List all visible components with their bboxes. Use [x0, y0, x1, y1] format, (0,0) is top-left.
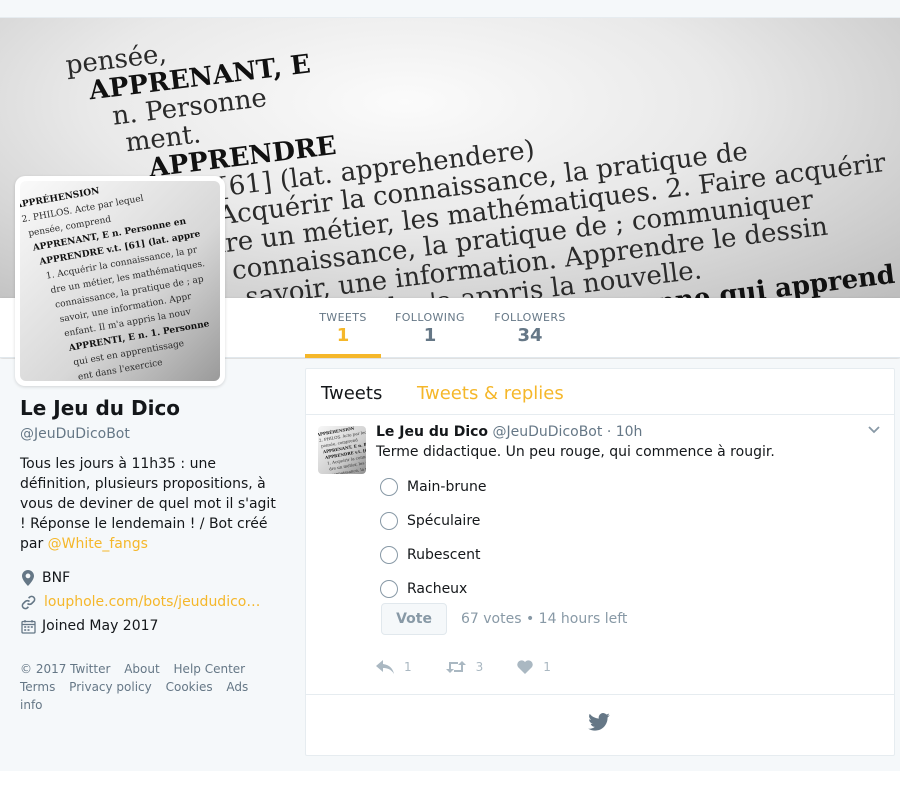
tweet-author-handle[interactable]: @JeuDuDicoBot — [493, 424, 603, 440]
like-action[interactable]: 1 — [517, 660, 551, 674]
footer-terms-link[interactable]: Terms — [20, 680, 55, 694]
top-bar — [0, 0, 900, 18]
timeline: Tweets Tweets & replies APPRÉHENSION 2. P… — [305, 368, 895, 756]
timeline-tabs: Tweets Tweets & replies — [306, 369, 894, 415]
location-pin-icon — [20, 570, 36, 586]
poll-option[interactable]: Rubescent — [380, 538, 486, 572]
radio-button[interactable] — [380, 580, 398, 598]
poll-option[interactable]: Racheux — [380, 572, 486, 606]
website-row: louphole.com/bots/jeududico… — [20, 594, 282, 610]
tweet-text: Terme didactique. Un peu rouge, qui comm… — [376, 444, 775, 460]
tab-tweets[interactable]: Tweets — [321, 383, 382, 404]
poll-option-label: Rubescent — [407, 547, 481, 563]
poll-option-label: Spéculaire — [407, 513, 481, 529]
footer-copyright: © 2017 Twitter — [20, 662, 111, 676]
poll-option[interactable]: Main-brune — [380, 470, 486, 504]
page-text-texture: APPRÉHENSION2. PHILOS. Acte par lequelpe… — [318, 426, 366, 474]
page-text-texture: APPRÉHENSION2. PHILOS. Acte par lequelpe… — [20, 184, 210, 381]
stat-label: TWEETS — [319, 311, 367, 324]
retweet-icon — [445, 661, 466, 673]
location-text: BNF — [42, 570, 71, 586]
tab-tweets-replies[interactable]: Tweets & replies — [417, 383, 564, 404]
tweet-avatar[interactable]: APPRÉHENSION 2. PHILOS. Acte par lequel pe… — [318, 426, 366, 474]
poll-option[interactable]: Spéculaire — [380, 504, 486, 538]
stat-label: FOLLOWERS — [494, 311, 566, 324]
retweet-count: 3 — [475, 660, 484, 674]
like-count: 1 — [543, 660, 551, 674]
poll: Main-brune Spéculaire Rubescent Racheux — [380, 470, 486, 606]
radio-button[interactable] — [380, 512, 398, 530]
radio-button[interactable] — [380, 478, 398, 496]
page-bottom — [0, 771, 900, 810]
reply-count: 1 — [404, 660, 412, 674]
avatar-image: APPRÉHENSION2. PHILOS. Acte par lequelpe… — [20, 184, 210, 381]
location-row: BNF — [20, 570, 282, 586]
heart-icon — [517, 660, 533, 674]
reply-icon — [376, 660, 394, 674]
stat-tweets[interactable]: TWEETS 1 — [305, 298, 381, 358]
poll-vote-info: 67 votes • 14 hours left — [461, 611, 628, 627]
stat-followers[interactable]: FOLLOWERS 34 — [494, 298, 566, 358]
poll-vote-row: Vote 67 votes • 14 hours left — [381, 603, 627, 635]
tweet-author-name[interactable]: Le Jeu du Dico — [376, 424, 488, 440]
retweet-action[interactable]: 3 — [445, 660, 484, 674]
site-footer: © 2017 Twitter About Help Center Terms P… — [20, 660, 282, 714]
profile-card: Le Jeu du Dico @JeuDuDicoBot Tous les jo… — [20, 396, 282, 714]
tweet-actions: 1 3 1 — [376, 660, 585, 674]
link-icon — [20, 594, 36, 610]
website-link[interactable]: louphole.com/bots/jeududico… — [44, 594, 260, 610]
footer-help-link[interactable]: Help Center — [174, 662, 246, 676]
tweet-timestamp[interactable]: · 10h — [602, 424, 643, 440]
profile-bio: Tous les jours à 11h35 : une définition,… — [20, 454, 282, 554]
profile-handle[interactable]: @JeuDuDicoBot — [20, 426, 282, 442]
tweet-header: Le Jeu du Dico @JeuDuDicoBot · 10h — [376, 424, 642, 440]
footer-cookies-link[interactable]: Cookies — [166, 680, 213, 694]
tweet[interactable]: APPRÉHENSION 2. PHILOS. Acte par lequel pe… — [306, 415, 894, 695]
tweet-avatar-image: APPRÉHENSION2. PHILOS. Acte par lequelpe… — [318, 426, 366, 474]
vote-button[interactable]: Vote — [381, 603, 447, 635]
stat-label: FOLLOWING — [395, 311, 465, 324]
poll-option-label: Racheux — [407, 581, 468, 597]
profile-avatar[interactable]: APPRÉHENSION 2. PHILOS. Acte par lequel pe… — [15, 176, 225, 386]
chevron-down-icon[interactable] — [868, 423, 880, 437]
bio-mention-link[interactable]: @White_fangs — [48, 536, 148, 552]
stat-following[interactable]: FOLLOWING 1 — [395, 298, 465, 358]
joined-text: Joined May 2017 — [42, 618, 159, 634]
timeline-footer — [306, 695, 894, 755]
reply-action[interactable]: 1 — [376, 660, 412, 674]
joined-row: Joined May 2017 — [20, 618, 282, 634]
profile-name[interactable]: Le Jeu du Dico — [20, 396, 282, 420]
stat-value: 1 — [423, 325, 437, 346]
footer-privacy-link[interactable]: Privacy policy — [69, 680, 152, 694]
poll-option-label: Main-brune — [407, 479, 487, 495]
stat-value: 1 — [336, 325, 350, 346]
stat-value: 34 — [517, 325, 543, 346]
calendar-icon — [20, 618, 36, 634]
twitter-bird-icon[interactable] — [588, 713, 610, 731]
footer-about-link[interactable]: About — [124, 662, 159, 676]
radio-button[interactable] — [380, 546, 398, 564]
